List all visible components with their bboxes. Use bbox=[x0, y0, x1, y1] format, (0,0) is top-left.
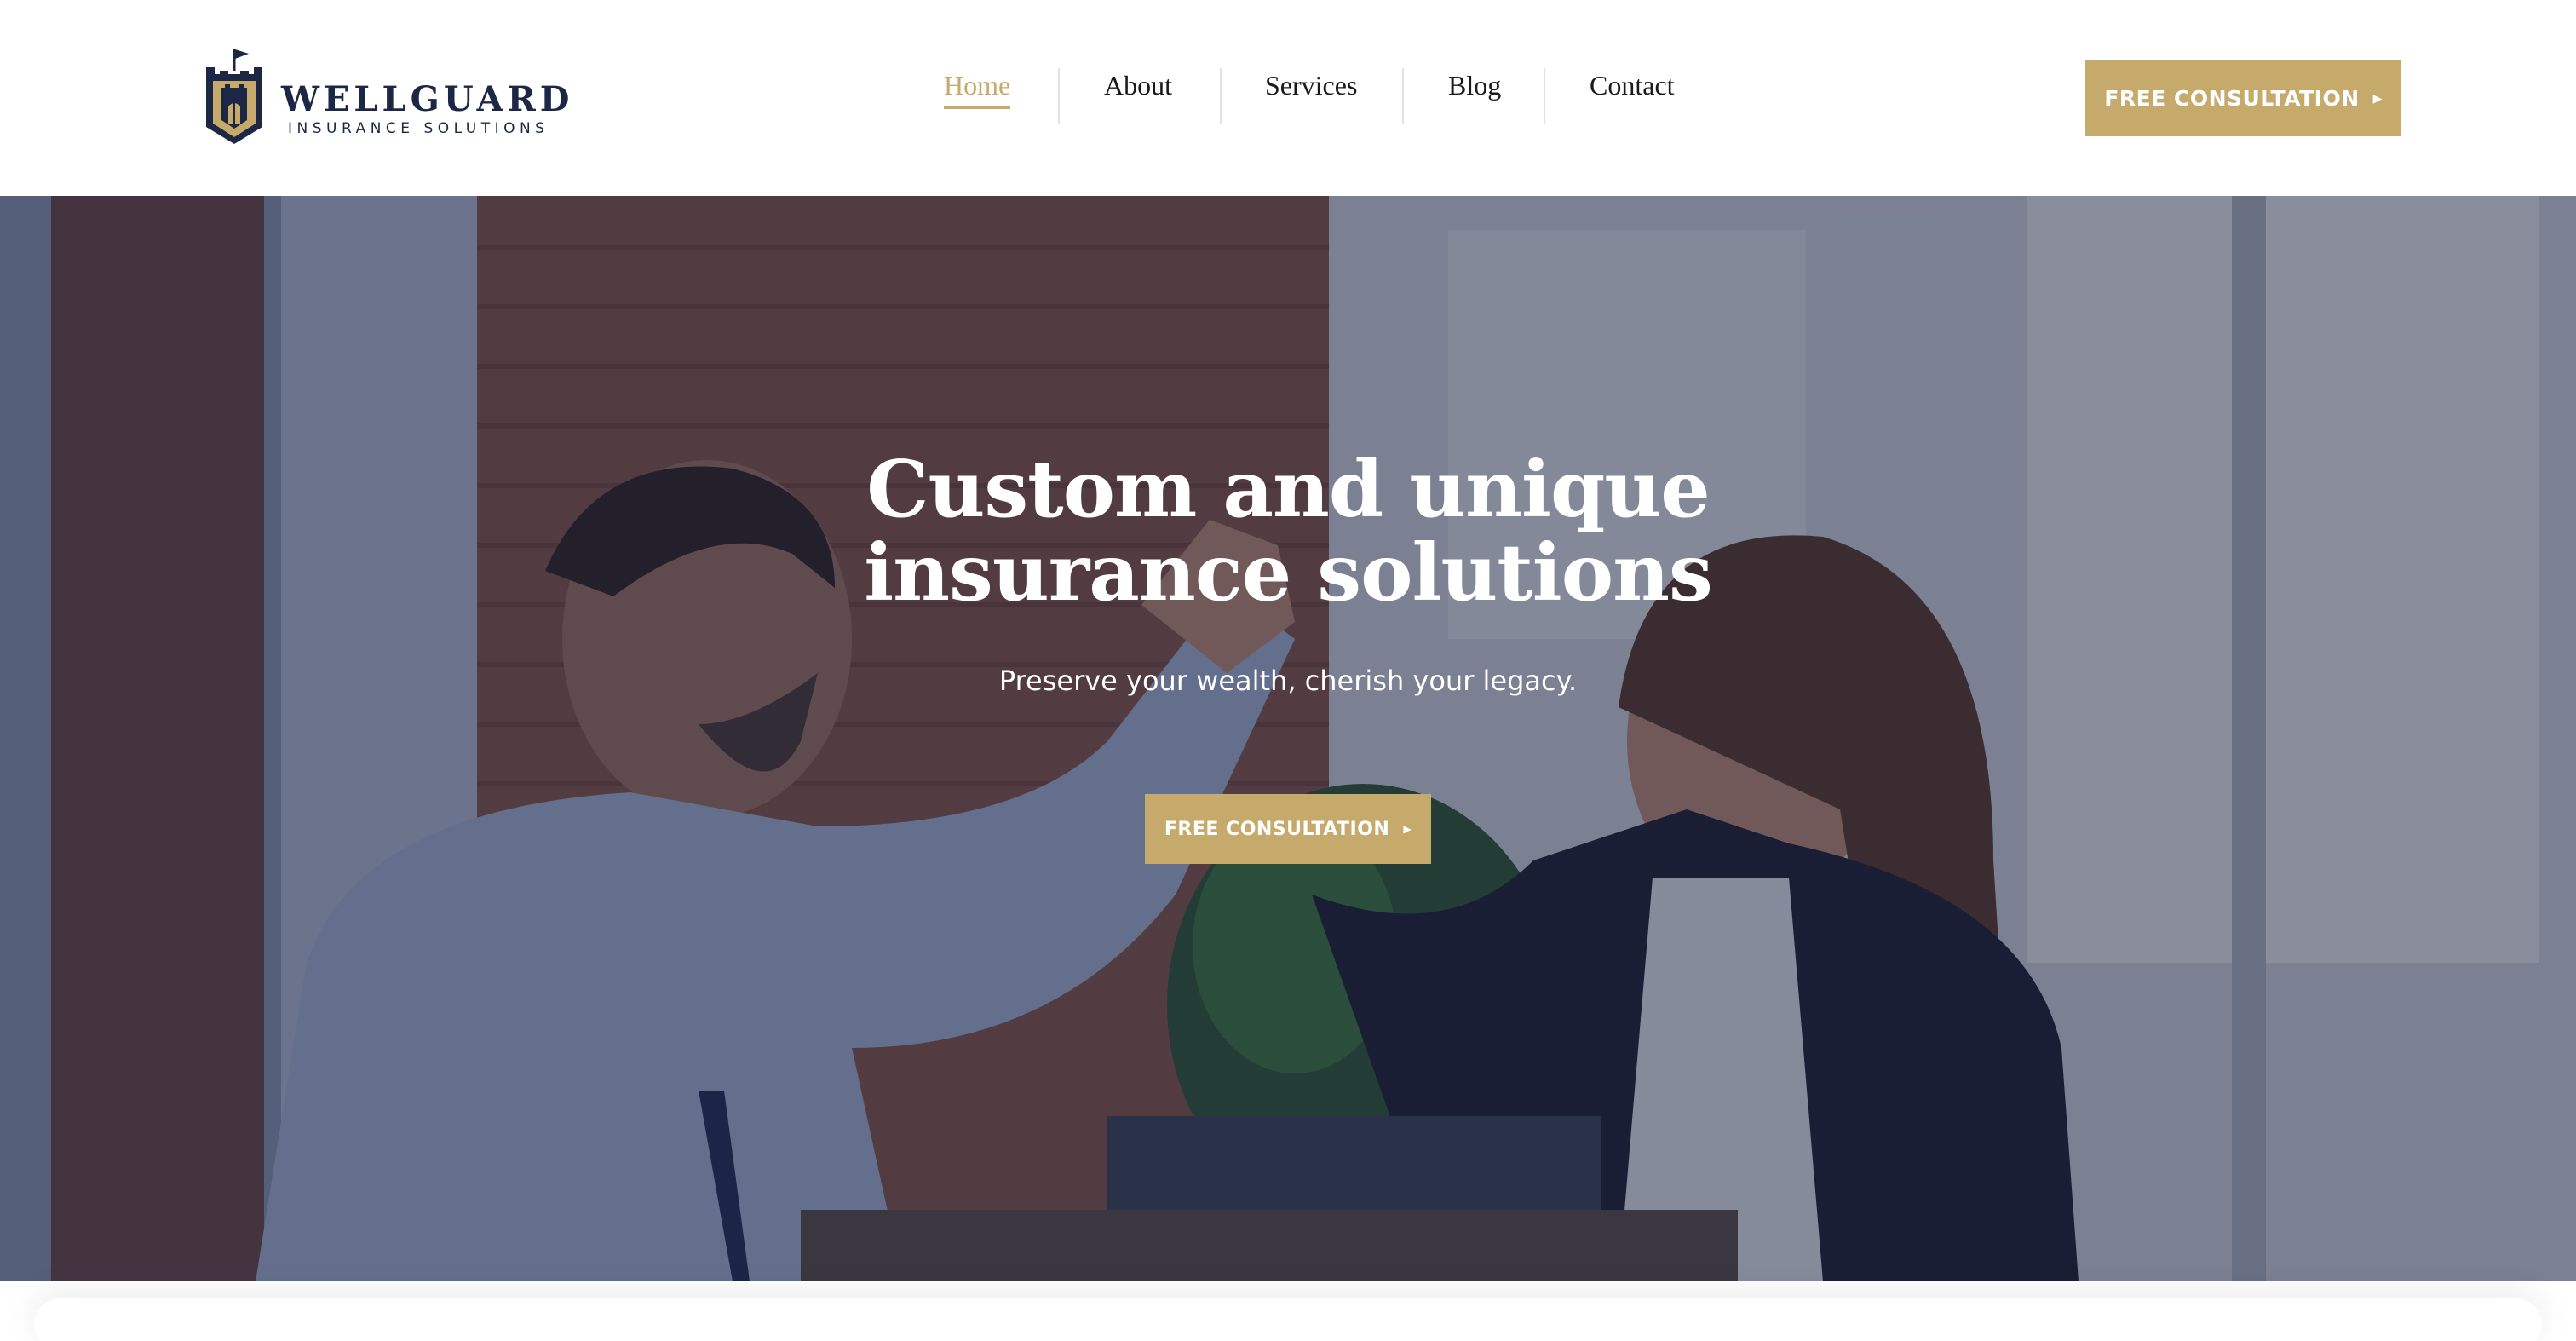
button-label: FREE CONSULTATION bbox=[2104, 86, 2360, 111]
next-section-peek bbox=[0, 1281, 2576, 1341]
hero-title-line-2: insurance solutions bbox=[864, 527, 1713, 619]
caret-right-icon: ▶ bbox=[1403, 823, 1412, 835]
nav-item-about[interactable]: About bbox=[1104, 68, 1172, 128]
hero-section: Custom and unique insurance solutions Pr… bbox=[0, 196, 2576, 1281]
nav-divider bbox=[1544, 68, 1545, 124]
nav-item-contact[interactable]: Contact bbox=[1590, 68, 1675, 128]
caret-right-icon: ▶ bbox=[2372, 91, 2383, 106]
hero-consultation-button[interactable]: FREE CONSULTATION ▶ bbox=[1145, 794, 1431, 864]
nav-item-label: Blog bbox=[1448, 70, 1502, 101]
hero-title: Custom and unique insurance solutions bbox=[0, 447, 2576, 614]
brand-name: WELLGUARD bbox=[281, 79, 574, 119]
card-shadow bbox=[34, 1298, 2542, 1341]
nav-divider bbox=[1058, 68, 1060, 124]
nav-item-label: Services bbox=[1265, 70, 1358, 101]
nav-item-blog[interactable]: Blog bbox=[1448, 68, 1501, 128]
nav-item-services[interactable]: Services bbox=[1265, 68, 1357, 128]
nav-item-label: About bbox=[1104, 70, 1172, 101]
header-consultation-button[interactable]: FREE CONSULTATION ▶ bbox=[2085, 60, 2401, 136]
nav-divider bbox=[1220, 68, 1222, 124]
nav-item-label: Home bbox=[944, 70, 1011, 101]
hero-overlay bbox=[0, 196, 2576, 1281]
nav-divider bbox=[1402, 68, 1404, 124]
brand-tagline: INSURANCE SOLUTIONS bbox=[288, 120, 549, 137]
brand-logo[interactable]: WELLGUARD INSURANCE SOLUTIONS bbox=[203, 47, 569, 149]
button-label: FREE CONSULTATION bbox=[1164, 818, 1390, 840]
active-underline bbox=[944, 106, 1011, 109]
hero-title-line-1: Custom and unique bbox=[866, 443, 1710, 535]
nav-item-home[interactable]: Home bbox=[944, 68, 1011, 128]
shield-castle-icon bbox=[206, 49, 262, 144]
nav-item-label: Contact bbox=[1590, 70, 1675, 101]
site-header: WELLGUARD INSURANCE SOLUTIONS Home About… bbox=[0, 0, 2576, 196]
hero-subtitle: Preserve your wealth, cherish your legac… bbox=[998, 665, 1578, 697]
